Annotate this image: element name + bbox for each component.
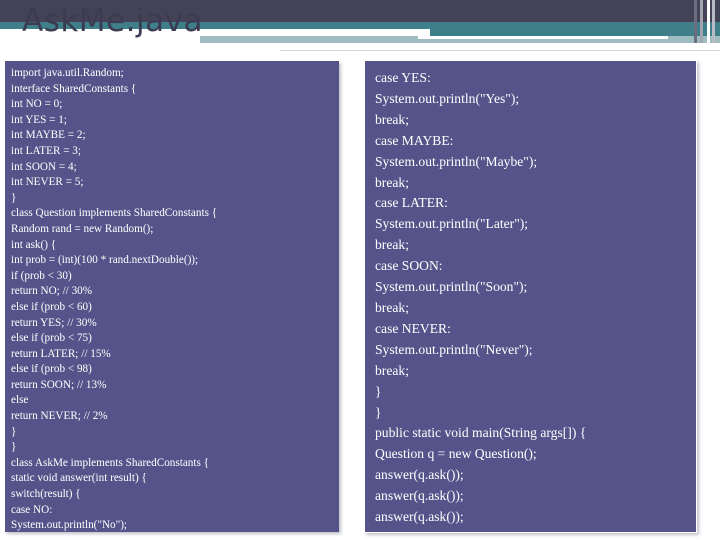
code-line: break;: [375, 174, 409, 190]
code-line: System.out.println("Soon");: [375, 279, 528, 295]
page-title: AskMe.java: [22, 3, 203, 39]
code-line: case LATER:: [375, 195, 448, 211]
code-line: System.out.println("Never");: [375, 341, 533, 357]
code-line: return YES; // 30%: [11, 316, 97, 329]
code-line: int MAYBE = 2;: [11, 129, 86, 142]
code-line: int NO = 0;: [11, 98, 63, 111]
header-band-white-right-thin: [418, 36, 668, 39]
code-line: else if (prob < 98): [11, 363, 92, 376]
code-line: }: [375, 383, 382, 399]
code-line: int YES = 1;: [11, 113, 67, 126]
code-line: int ask() {: [11, 238, 57, 251]
code-line: class AskMe implements SharedConstants {: [11, 456, 210, 469]
code-line: answer(q.ask());: [375, 467, 464, 483]
code-line: interface SharedConstants {: [11, 82, 137, 95]
code-panel-left: import java.util.Random; interface Shared…: [5, 61, 339, 532]
header-stripe-1: [694, 0, 697, 43]
code-line: System.out.println("Maybe");: [375, 153, 538, 169]
code-line: if (prob < 30): [11, 269, 72, 282]
code-line: }: [11, 425, 17, 438]
code-line: return NO; // 30%: [11, 285, 93, 298]
code-line: answer(q.ask());: [375, 528, 690, 532]
code-line: int prob = (int)(100 * rand.nextDouble()…: [11, 254, 199, 267]
header-underline: [280, 50, 720, 51]
code-line: System.out.println("Yes");: [375, 90, 520, 106]
code-line: int LATER = 3;: [11, 144, 82, 157]
code-line: return NEVER; // 2%: [11, 410, 108, 423]
slide-header: AskMe.java: [0, 0, 720, 58]
code-line: else if (prob < 60): [11, 300, 92, 313]
code-line: Random rand = new Random();: [11, 222, 154, 235]
code-line: answer(q.ask());: [375, 488, 464, 504]
code-line: case YES:: [375, 70, 431, 85]
header-stripe-4: [712, 0, 715, 43]
header-stripe-3: [707, 0, 710, 43]
code-line: case SOON:: [375, 258, 443, 274]
code-line: case MAYBE:: [375, 132, 454, 148]
code-line: import java.util.Random;: [11, 67, 124, 79]
code-panel-right: case YES: System.out.println("Yes"); break…: [364, 60, 697, 533]
code-line: System.out.println("Later");: [375, 216, 529, 232]
code-line: switch(result) {: [11, 488, 81, 501]
code-line: static void answer(int result) {: [11, 472, 147, 485]
code-line: break;: [375, 362, 409, 378]
code-line: Question q = new Question();: [375, 446, 537, 462]
code-line: public static void main(String args[]) {: [375, 425, 587, 441]
code-line: return SOON; // 13%: [11, 378, 107, 391]
code-line: else if (prob < 75): [11, 332, 92, 345]
code-line: break;: [375, 299, 409, 315]
code-line: answer(q.ask());: [375, 509, 464, 525]
code-line: break;: [375, 237, 409, 253]
code-line: int SOON = 4;: [11, 160, 77, 173]
code-line: else: [11, 394, 29, 407]
code-line: }: [375, 404, 382, 420]
header-band-white-lower: [0, 43, 310, 51]
code-line: return LATER; // 15%: [11, 347, 111, 360]
header-stripe-2: [700, 0, 703, 43]
code-line: case NEVER:: [375, 320, 451, 336]
code-line: break;: [375, 111, 409, 127]
code-line: }: [11, 191, 17, 204]
code-line: }: [11, 441, 17, 454]
code-line: System.out.println("No");: [11, 519, 128, 532]
code-line: int NEVER = 5;: [11, 176, 84, 189]
code-line: case NO:: [11, 503, 53, 516]
code-line: class Question implements SharedConstant…: [11, 207, 218, 220]
